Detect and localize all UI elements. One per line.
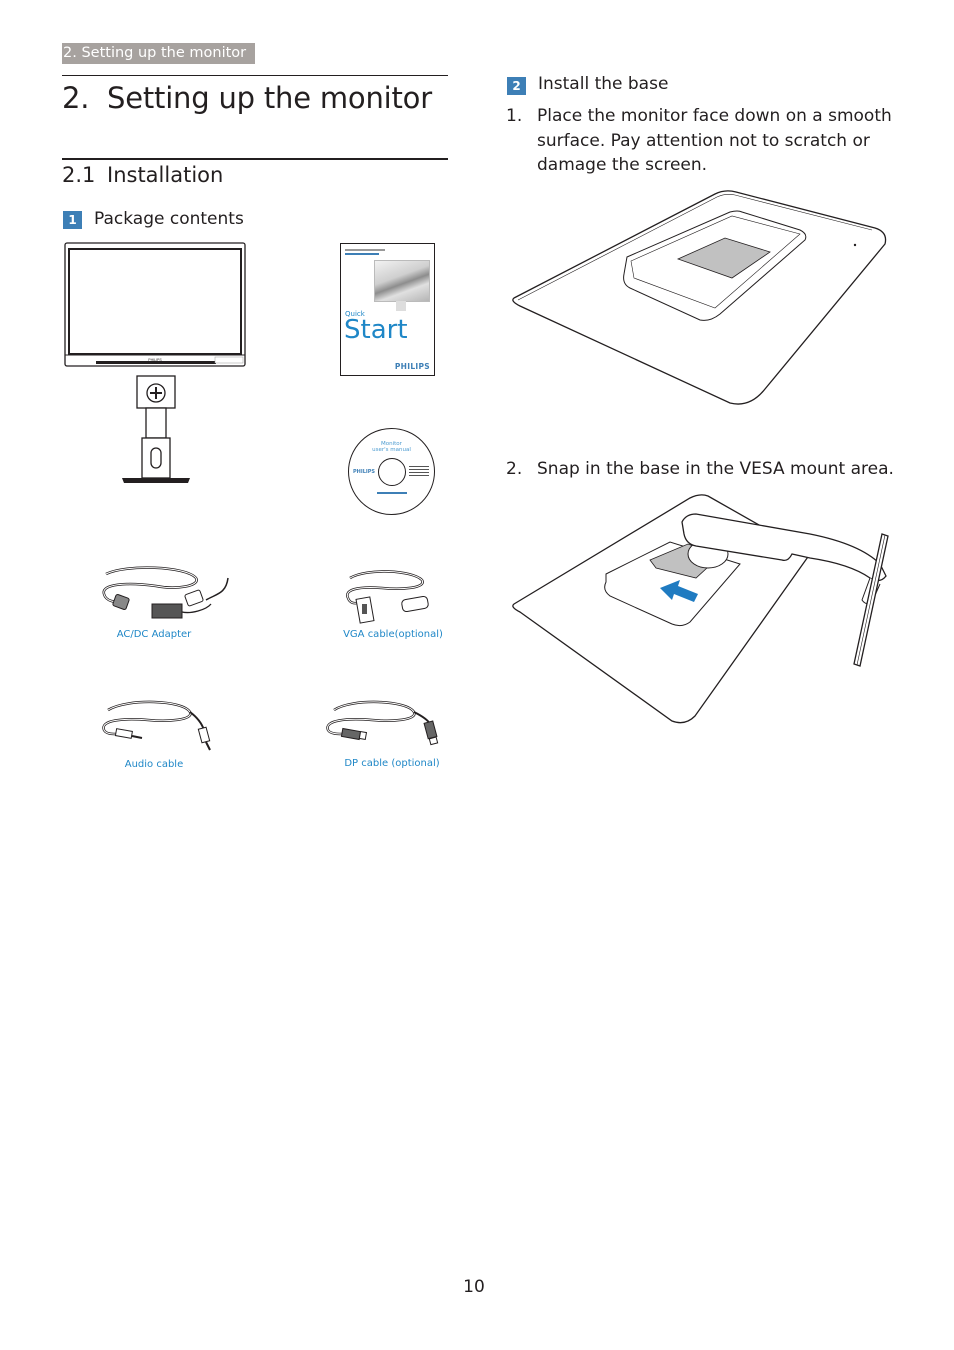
chapter-number: 2. [62,81,90,115]
chapter-divider [62,75,448,76]
install-step-2: 2. Snap in the base in the VESA mount ar… [506,457,896,482]
caption-vga-cable: VGA cable(optional) [343,629,443,640]
cd-hole [378,458,406,486]
page-number: 10 [463,1277,485,1297]
step-badge-1: 1 [63,211,82,229]
section-number: 2.1 [62,163,96,187]
cd-side-text [409,466,429,476]
qs-url-line [345,253,379,255]
monitor-brand: PHILIPS [148,358,162,362]
caption-ac-dc-adapter: AC/DC Adapter [116,629,192,640]
chapter-title: 2. Setting up the monitor [62,78,432,118]
snap-base-illustration [512,494,889,724]
caption-audio-cable: Audio cable [124,759,184,770]
vga-cable-illustration [346,570,429,624]
qs-brand: PHILIPS [394,362,430,371]
install-step-1: 1. Place the monitor face down on a smoo… [506,104,896,178]
ac-dc-adapter-illustration [102,566,229,619]
package-contents-heading: Package contents [94,209,244,229]
caption-dp-cable: DP cable (optional) [344,758,440,769]
quick-start-guide: Quick Start PHILIPS [340,243,435,376]
install-base-heading: Install the base [538,74,669,94]
qs-monitor-stand [396,301,406,311]
section-title: 2.1 Installation [62,160,223,190]
cd-title: Monitor user's manual [349,441,434,453]
install-step-2-text: Snap in the base in the VESA mount area. [537,459,894,479]
section-title-text: Installation [107,163,224,187]
install-step-1-text: Place the monitor face down on a smooth … [537,106,892,175]
monitor-illustration: PHILIPS [64,242,246,483]
chapter-title-text: Setting up the monitor [107,81,432,115]
step-badge-2: 2 [507,77,526,95]
qs-monitor-photo [374,260,430,302]
users-manual-cd: Monitor user's manual PHILIPS [348,428,435,515]
qs-title-start: Start [344,315,408,345]
install-step-2-number: 2. [506,459,523,479]
dp-cable-illustration [326,700,439,746]
cd-url-line [377,492,407,494]
cd-brand: PHILIPS [353,469,376,475]
qs-small-text-line [345,249,385,251]
audio-cable-illustration [102,700,211,751]
base-facedown-illustration [512,190,887,405]
install-step-1-number: 1. [506,106,523,126]
cd-title-line2: user's manual [372,447,411,453]
breadcrumb: 2. Setting up the monitor [62,43,255,64]
